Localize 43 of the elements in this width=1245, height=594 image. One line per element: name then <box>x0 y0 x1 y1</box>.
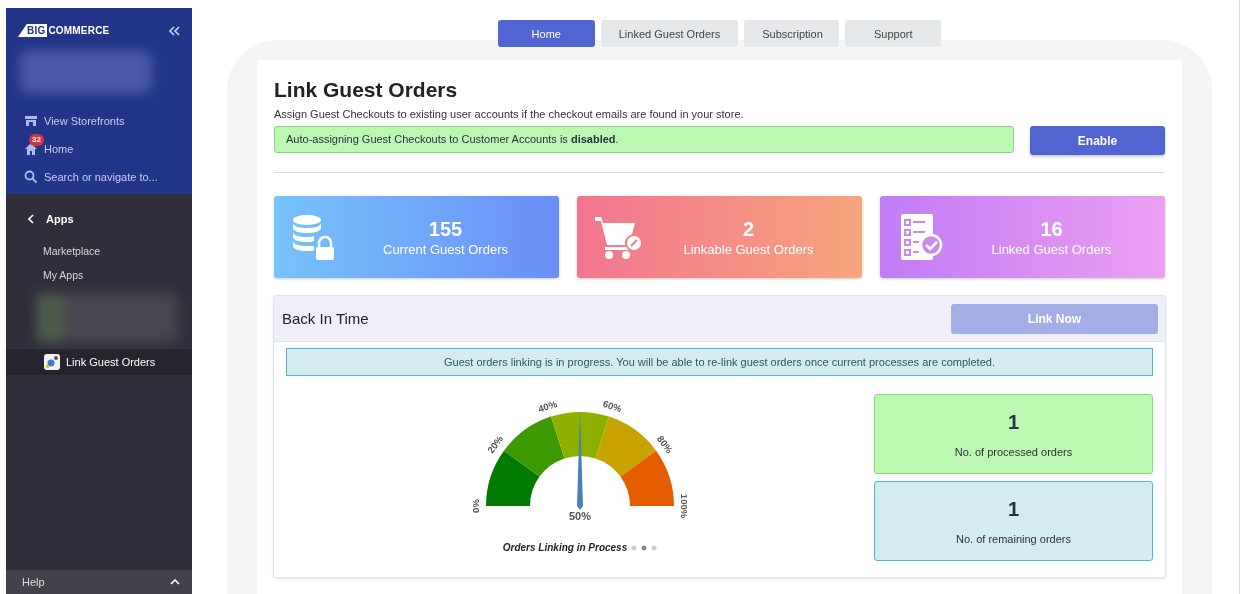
storefront-icon <box>24 113 38 128</box>
nav-link[interactable]: Search or navigate to... <box>44 170 158 183</box>
stat-value: 16 <box>1040 217 1063 241</box>
chevron-up-icon <box>170 579 180 585</box>
stat-label: Linked Guest Orders <box>991 241 1112 257</box>
gauge-reading: 50% <box>569 510 591 522</box>
tab[interactable]: Subscription <box>744 20 840 47</box>
stat-value: 2 <box>742 217 755 241</box>
gauge-tick-label: 100% <box>679 493 691 519</box>
chevron-left-icon[interactable] <box>28 214 34 224</box>
page-title: Link Guest Orders <box>274 78 459 102</box>
gauge-caption: Orders Linking in Process <box>502 542 628 553</box>
counter-value: 1 <box>1007 410 1020 434</box>
section-title[interactable]: Apps <box>46 213 74 225</box>
status-notice: Auto-assigning Guest Checkouts to Customer Accounts is disabled. <box>274 126 1014 153</box>
tab[interactable]: Support <box>845 20 942 47</box>
help-bar[interactable]: Help <box>6 570 192 594</box>
counter-label: No. of processed orders <box>954 445 1073 458</box>
info-banner: Guest orders linking is in progress. You will be able to re-link guest orders once current processes are completed. <box>286 348 1153 376</box>
stat-value: 155 <box>428 217 463 241</box>
gauge-tick-label: 60% <box>601 398 624 415</box>
panel-title: Back In Time <box>282 310 369 327</box>
loading-dots-icon <box>631 544 658 551</box>
sidebar-item[interactable]: My Apps <box>6 263 192 287</box>
sidebar-item[interactable]: Marketplace <box>6 239 192 263</box>
tab[interactable]: Home <box>497 20 595 47</box>
sidebar-item[interactable]: Link Guest Orders <box>6 349 192 375</box>
search-icon <box>24 169 38 184</box>
gauge-tick-label: 0% <box>469 499 481 513</box>
counter-label: No. of remaining orders <box>956 532 1071 545</box>
notification-badge: 32 <box>29 133 44 146</box>
tab[interactable]: Linked Guest Orders <box>600 20 739 47</box>
enable-button[interactable]: Enable <box>1030 126 1165 155</box>
gauge-tick-label: 40% <box>536 398 559 415</box>
nav-link[interactable]: Home <box>44 142 74 155</box>
counter-value: 1 <box>1007 497 1020 521</box>
collapse-icon[interactable] <box>168 25 180 36</box>
page-subtitle: Assign Guest Checkouts to existing user accounts if the checkout emails are found in your store. <box>274 108 745 120</box>
stat-label: Linkable Guest Orders <box>683 241 814 257</box>
app-icon <box>44 354 60 370</box>
stat-label: Current Guest Orders <box>383 241 508 257</box>
logo: BIG COMMERCE <box>18 24 110 37</box>
nav-link[interactable]: View Storefronts <box>44 114 125 127</box>
